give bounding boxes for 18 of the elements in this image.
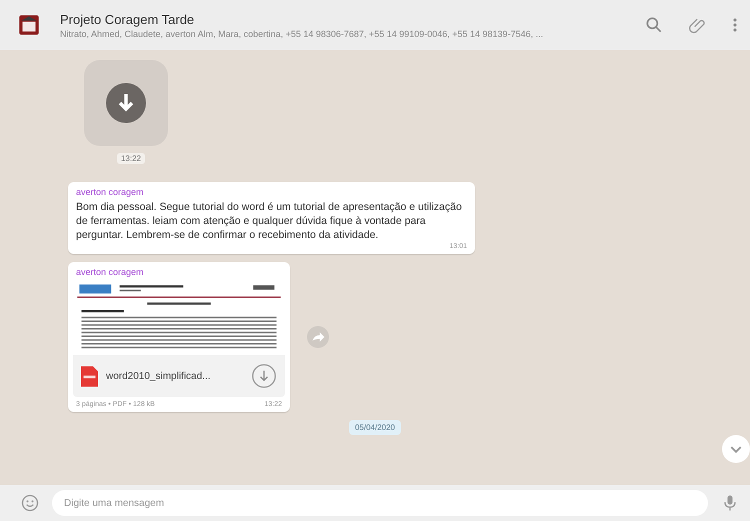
download-icon[interactable] <box>251 363 277 389</box>
download-icon[interactable] <box>106 83 146 123</box>
date-badge: 05/04/2020 <box>348 420 402 435</box>
forward-icon[interactable] <box>307 326 329 348</box>
file-name: word2010_simplificad... <box>106 370 212 382</box>
pdf-file-icon <box>81 366 98 386</box>
sender-name[interactable]: averton coragem <box>76 187 467 197</box>
group-title[interactable]: Projeto Coragem Tarde <box>60 12 620 26</box>
sender-name[interactable]: averton coragem <box>76 267 285 277</box>
message-time: 13:22 <box>116 153 146 164</box>
emoji-icon[interactable] <box>20 493 40 513</box>
file-attachment[interactable]: word2010_simplificad... <box>73 355 285 397</box>
group-members: Nitrato, Ahmed, Claudete, averton Alm, Mara, cobertina, +55 14 98306-7687, +55 14 99109-0046, +55 14 98139-7546, ... <box>60 28 544 38</box>
message-input[interactable]: Digite uma mensagem <box>52 490 708 516</box>
search-icon[interactable] <box>644 15 664 35</box>
scroll-down-button[interactable] <box>722 435 750 463</box>
image-placeholder[interactable] <box>84 60 168 146</box>
message-text: Bom dia pessoal. Segue tutorial do word é um tutorial de apresentação e utilização de ferramentas. leiam com atenção e qualquer dúvida fique à vontade para perguntar. Lembrem-se de confirmar o recebimento da atividade. <box>76 200 463 242</box>
